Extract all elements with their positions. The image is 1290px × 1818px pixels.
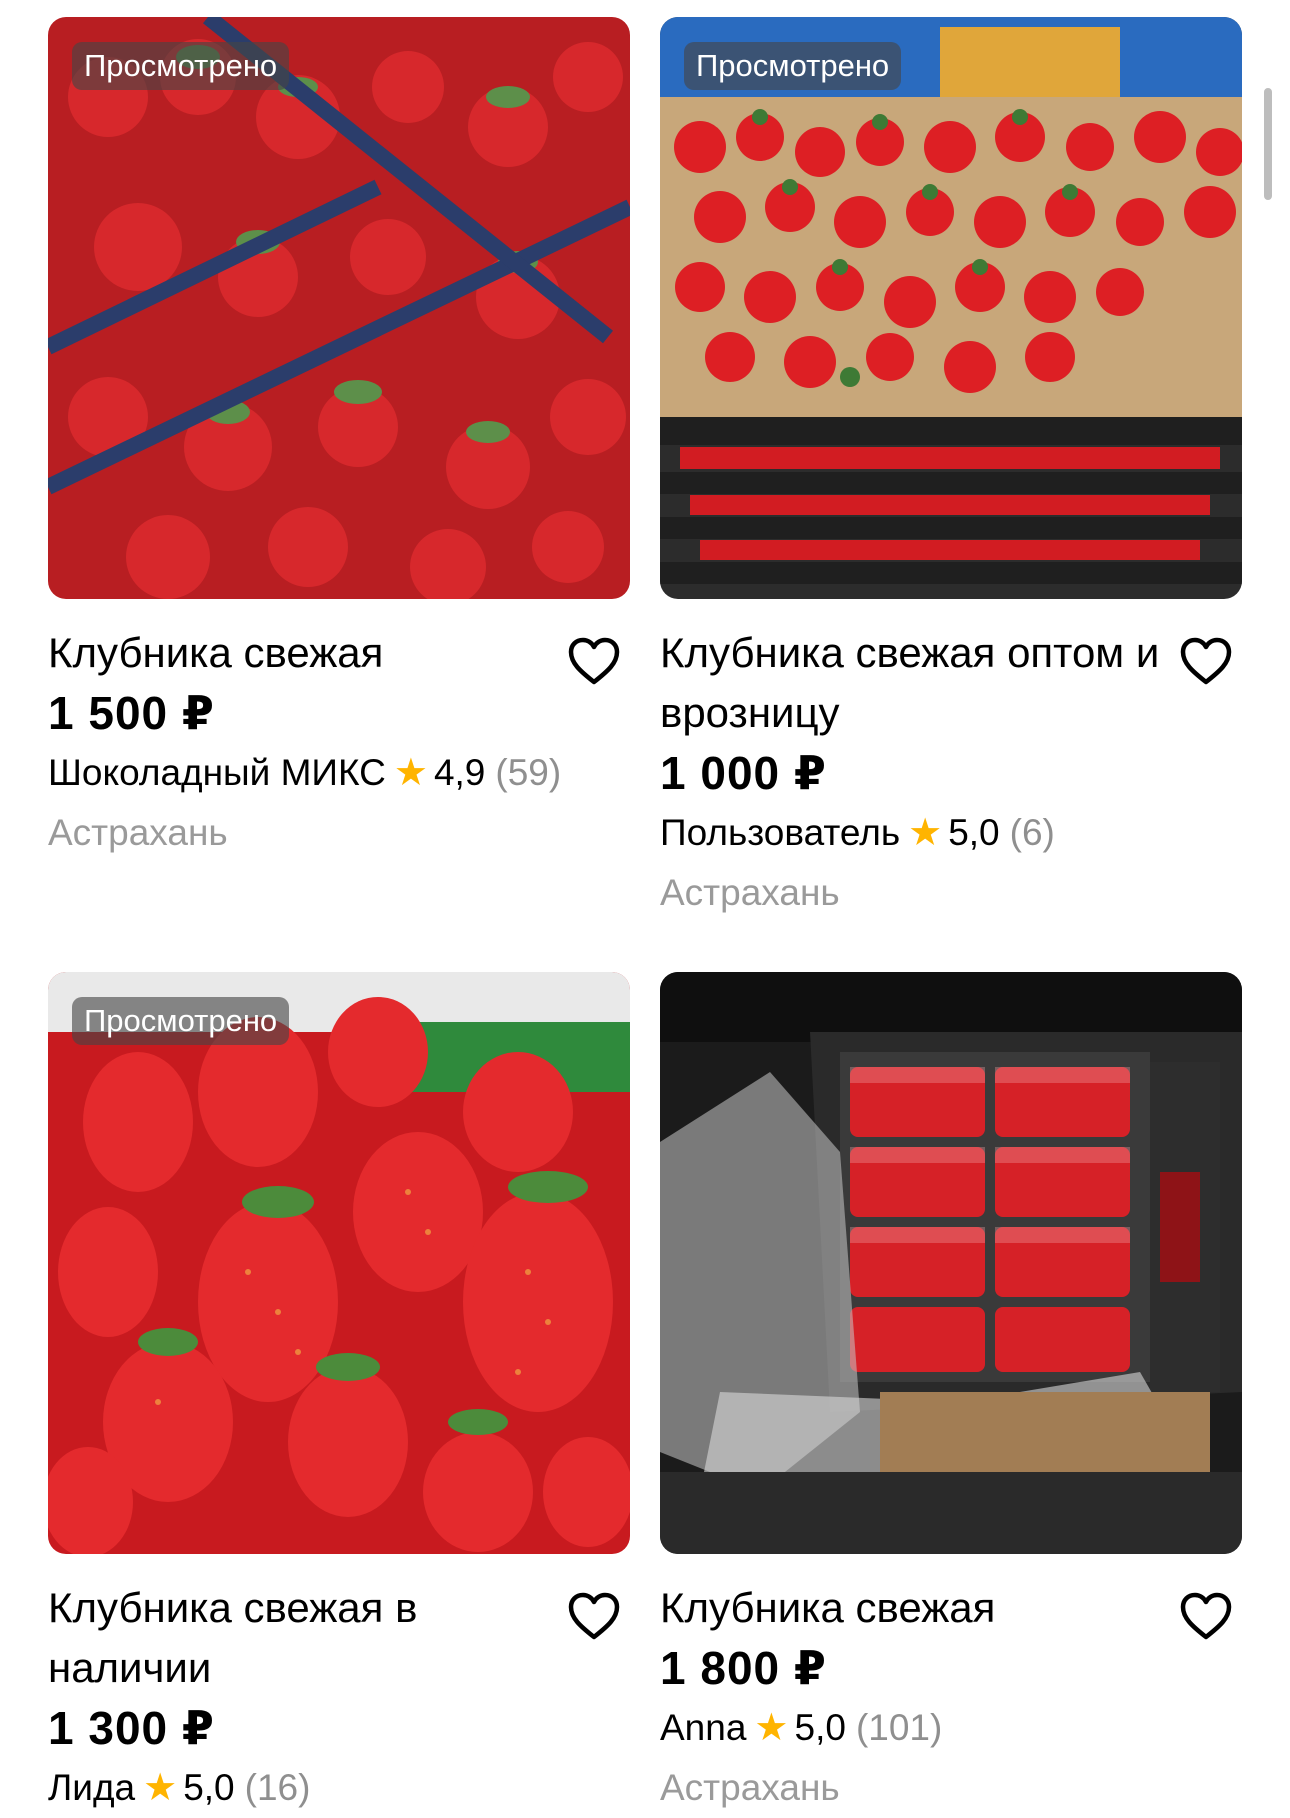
seller-name: Лида — [48, 1767, 136, 1808]
listing-title[interactable]: Клубника свежая в наличии — [48, 1578, 548, 1698]
reviews-count: (16) — [244, 1767, 311, 1808]
seller-rating-row: Лида ★ 5,0 (16) — [48, 1758, 630, 1818]
listing-price: 1 800 ₽ — [660, 1642, 827, 1694]
large-strawberries-image — [48, 972, 630, 1554]
reviews-count: (59) — [495, 752, 562, 793]
listing-city: Астрахань — [660, 872, 840, 913]
listing-price: 1 500 ₽ — [48, 687, 215, 739]
listing-photo[interactable]: Просмотрено — [660, 17, 1242, 599]
reviews-count: (101) — [855, 1707, 943, 1748]
listing-photo[interactable]: Просмотрено — [48, 972, 630, 1554]
rating-value: 5,0 — [794, 1707, 846, 1748]
listing-card[interactable]: Клубника свежая 1 800 ₽ Anna ★ 5,0 (101) Ас… — [660, 972, 1242, 1818]
favorite-heart-icon[interactable] — [566, 1590, 622, 1642]
seller-rating-row: Шоколадный МИКС ★ 4,9 (59) — [48, 743, 630, 803]
listing-city: Астрахань — [660, 1767, 840, 1808]
seller-rating-row: Пользователь ★ 5,0 (6) — [660, 803, 1242, 863]
seller-rating-row: Anna ★ 5,0 (101) — [660, 1698, 1242, 1758]
reviews-count: (6) — [1009, 812, 1055, 853]
star-icon: ★ — [754, 1707, 789, 1749]
favorite-heart-icon[interactable] — [1178, 1590, 1234, 1642]
rating-value: 5,0 — [183, 1767, 235, 1808]
seller-name: Шоколадный МИКС — [48, 752, 386, 793]
listing-city: Астрахань — [48, 812, 228, 853]
favorite-heart-icon[interactable] — [1178, 635, 1234, 687]
rating-value: 4,9 — [433, 752, 486, 793]
listing-title[interactable]: Клубника свежая — [48, 623, 548, 683]
rating-value: 5,0 — [948, 812, 1000, 853]
listing-price: 1 000 ₽ — [660, 747, 827, 799]
scrollbar[interactable] — [1264, 88, 1272, 200]
star-icon: ★ — [908, 812, 943, 854]
listing-card[interactable]: Просмотрено Клубника свежая в наличии 1 … — [48, 972, 630, 1818]
listing-price: 1 300 ₽ — [48, 1702, 215, 1754]
listing-photo[interactable] — [660, 972, 1242, 1554]
seller-name: Пользователь — [660, 812, 901, 853]
strawberry-boxes-image — [660, 17, 1242, 599]
favorite-heart-icon[interactable] — [566, 635, 622, 687]
viewed-badge: Просмотрено — [684, 42, 902, 90]
strawberries-in-crates-image — [48, 17, 630, 599]
star-icon: ★ — [393, 752, 428, 794]
star-icon: ★ — [143, 1767, 178, 1809]
seller-name: Anna — [660, 1707, 747, 1748]
listing-card[interactable]: Просмотрено Клубника свежая оптом и вроз… — [660, 17, 1242, 923]
listing-title[interactable]: Клубника свежая — [660, 1578, 1160, 1638]
listings-grid: Просмотрено Клубника свежая 1 500 ₽ Шоко… — [0, 0, 1290, 1809]
viewed-badge: Просмотрено — [72, 42, 290, 90]
listing-title[interactable]: Клубника свежая оптом и врозницу — [660, 623, 1160, 743]
listing-card[interactable]: Просмотрено Клубника свежая 1 500 ₽ Шоко… — [48, 17, 630, 863]
listing-photo[interactable]: Просмотрено — [48, 17, 630, 599]
viewed-badge: Просмотрено — [72, 997, 290, 1045]
packaged-strawberries-in-trunk-image — [660, 972, 1242, 1554]
